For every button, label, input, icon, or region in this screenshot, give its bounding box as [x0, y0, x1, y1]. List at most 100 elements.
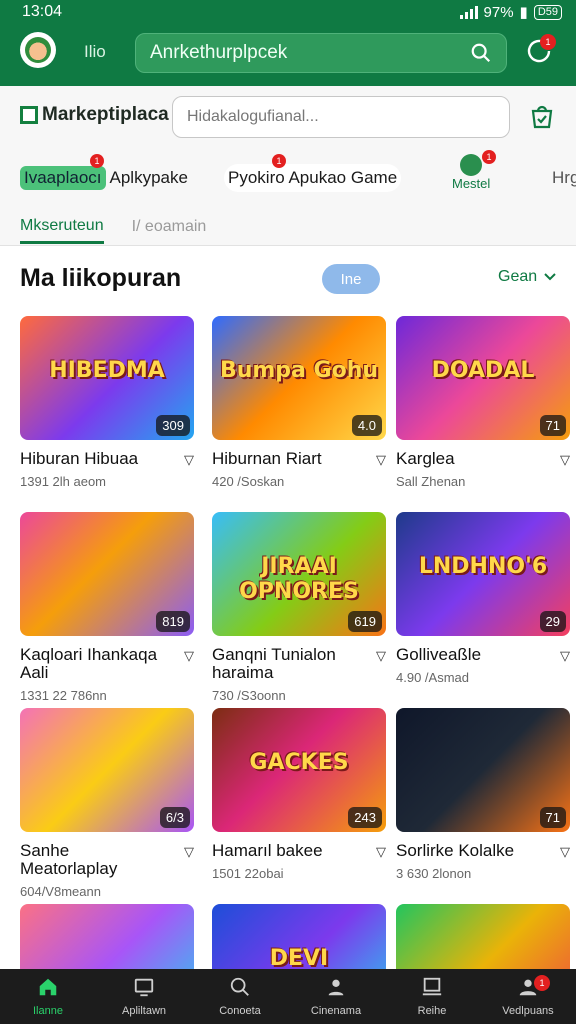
- chevron-down-icon[interactable]: ▽: [184, 648, 194, 664]
- top-search-input[interactable]: Anrkethurplpcek: [135, 33, 507, 73]
- site-search-input[interactable]: Hidakalogufianal...: [172, 96, 510, 138]
- game-card[interactable]: DOADAL 71 Karglea ▽ Sall Zhenan: [396, 316, 570, 489]
- game-card[interactable]: 71 Sorlirke Kolalke ▽ 3 630 2lonon: [396, 708, 570, 881]
- tab-active[interactable]: Mkseruteun: [20, 210, 104, 244]
- bottom-nav: Ilanne Apliltawn Conoeta Cinenama Reihe Vedlp…: [0, 969, 576, 1024]
- search-icon[interactable]: [470, 42, 492, 64]
- nav-label: Apliltawn: [121, 1005, 167, 1017]
- chevron-down-icon[interactable]: ▽: [560, 844, 570, 860]
- card-title-row: Ganqni Tunialon haraima ▽: [212, 646, 386, 682]
- globe-icon: [460, 154, 483, 176]
- nav-item[interactable]: Conoeta: [192, 969, 288, 1024]
- game-thumbnail[interactable]: JIRAAI OPNORES 619: [212, 512, 386, 636]
- game-card[interactable]: 819 Kaqloari Ihankaqa Aali ▽ 1331 22 786nn: [20, 512, 194, 703]
- chevron-down-icon[interactable]: ▽: [184, 452, 194, 468]
- chevron-down-icon[interactable]: ▽: [560, 648, 570, 664]
- battery-percent: 97%: [483, 3, 514, 21]
- card-meta: 730 /S3oonn: [212, 688, 286, 703]
- top-search-label: Anrkethurplpcek: [150, 42, 288, 63]
- chevron-down-icon[interactable]: ▽: [560, 452, 570, 468]
- nav-item[interactable]: Ilanne: [0, 969, 96, 1024]
- site-logo[interactable]: Markeptiplaca: [20, 104, 169, 126]
- section-title: Ma liikopuran: [20, 264, 182, 292]
- home-icon: [37, 976, 59, 1001]
- card-title-row: Sorlirke Kolalke ▽: [396, 842, 570, 860]
- category-chips: Ivaaplaocı Aplkypake 1 Pyokiro Apukao Ga…: [20, 150, 576, 198]
- rating-badge: 71: [539, 415, 566, 436]
- shopping-bag-icon[interactable]: [528, 102, 556, 130]
- card-title-row: Hiburnan Riart ▽: [212, 450, 386, 468]
- card-title: Hiburnan Riart: [212, 449, 322, 468]
- nav-item[interactable]: Vedlpuans 1: [480, 969, 576, 1024]
- card-title: Sorlirke Kolalke: [396, 841, 515, 860]
- game-thumbnail[interactable]: DOADAL 71: [396, 316, 570, 440]
- tv-icon: [133, 976, 155, 1001]
- card-meta: 1331 22 786nn: [20, 688, 107, 703]
- tab-inactive[interactable]: I/ eoamain: [132, 210, 207, 244]
- game-thumbnail[interactable]: 6/3: [20, 708, 194, 832]
- notification-badge: 1: [540, 34, 556, 50]
- game-card[interactable]: GACKES 243 Hamarıl bakee ▽ 1501 22obai: [212, 708, 386, 881]
- card-title: Sanhe Meatorlaplay: [20, 841, 118, 878]
- thumbnail-title-art: JIRAAI OPNORES: [239, 554, 359, 604]
- game-card[interactable]: JIRAAI OPNORES 619 Ganqni Tunialon haraima…: [212, 512, 386, 703]
- see-all-link[interactable]: Gean: [498, 268, 557, 286]
- game-card[interactable]: 6/3 Sanhe Meatorlaplay ▽ 604/V8meann: [20, 708, 194, 899]
- chip-mestel[interactable]: Mestel 1: [452, 150, 496, 194]
- thumbnail-title-art: HIBEDMA: [49, 358, 165, 383]
- chip-label: Pyokiro Apukao Game: [228, 168, 398, 187]
- sim-icon: ▮: [519, 4, 528, 21]
- card-title-row: Sanhe Meatorlaplay ▽: [20, 842, 194, 878]
- app-logo[interactable]: [20, 32, 56, 68]
- game-thumbnail[interactable]: GACKES 243: [212, 708, 386, 832]
- game-thumbnail[interactable]: 71: [396, 708, 570, 832]
- game-card[interactable]: Bumpa Gohu 4.0 Hiburnan Riart ▽ 420 /Soskan: [212, 316, 386, 489]
- game-card[interactable]: HIBEDMA 309 Hiburan Hibuaa ▽ 1391 2lh aeom: [20, 316, 194, 489]
- chip-badge: 1: [482, 150, 496, 164]
- card-title: Golliveaßle: [396, 645, 482, 664]
- nav-item[interactable]: Apliltawn: [96, 969, 192, 1024]
- notification-button[interactable]: 1: [524, 34, 556, 66]
- battery-icon: D59: [533, 4, 562, 20]
- game-thumbnail[interactable]: LNDHNO'6 29: [396, 512, 570, 636]
- game-thumbnail[interactable]: Bumpa Gohu 4.0: [212, 316, 386, 440]
- rating-badge: 619: [348, 611, 382, 632]
- nav-item[interactable]: Reihe: [384, 969, 480, 1024]
- sub-tabs: Mkseruteun I/ eoamain: [20, 210, 206, 244]
- rating-badge: 4.0: [351, 415, 382, 436]
- rating-badge: 309: [156, 415, 190, 436]
- card-title: Ganqni Tunialon haraima: [212, 645, 336, 682]
- card-title-row: Hamarıl bakee ▽: [212, 842, 386, 860]
- chip-label: Hrg: [552, 168, 576, 187]
- chip-more[interactable]: Hrg: [552, 164, 576, 192]
- site-logo-icon: [20, 106, 38, 124]
- chevron-down-icon[interactable]: ▽: [376, 844, 386, 860]
- mascot-icon: [25, 37, 51, 63]
- rating-badge: 29: [539, 611, 566, 632]
- nav-label: Vedlpuans: [502, 1005, 554, 1017]
- chevron-down-icon: [544, 273, 556, 281]
- see-all-label: Gean: [498, 268, 538, 285]
- thumbnail-title-art: GACKES: [249, 750, 349, 775]
- nav-item[interactable]: Cinenama: [288, 969, 384, 1024]
- game-thumbnail[interactable]: HIBEDMA 309: [20, 316, 194, 440]
- chip-aplkypake[interactable]: Ivaaplaocı Aplkypake 1: [20, 154, 188, 192]
- search-icon: [229, 976, 251, 1001]
- thumbnail-title-art: Bumpa Gohu: [219, 358, 379, 383]
- rating-badge: 819: [156, 611, 190, 632]
- card-title-row: Kaqloari Ihankaqa Aali ▽: [20, 646, 194, 682]
- chevron-down-icon[interactable]: ▽: [184, 844, 194, 860]
- game-card[interactable]: LNDHNO'6 29 Golliveaßle ▽ 4.90 /Asmad: [396, 512, 570, 685]
- game-thumbnail[interactable]: 819: [20, 512, 194, 636]
- card-meta: 1501 22obai: [212, 866, 284, 881]
- nav-badge: 1: [534, 975, 550, 991]
- chip-label: Aplkypake: [109, 168, 188, 187]
- chip-highlight: Ivaaplaocı: [20, 166, 106, 190]
- chip-game[interactable]: Pyokiro Apukao Game 1: [224, 154, 402, 192]
- card-meta: 3 630 2lonon: [396, 866, 472, 881]
- chevron-down-icon[interactable]: ▽: [376, 452, 386, 468]
- monitor-icon: [421, 976, 443, 1001]
- filter-pill[interactable]: Ine: [322, 264, 380, 294]
- chevron-down-icon[interactable]: ▽: [376, 648, 386, 664]
- card-meta: 420 /Soskan: [212, 474, 285, 489]
